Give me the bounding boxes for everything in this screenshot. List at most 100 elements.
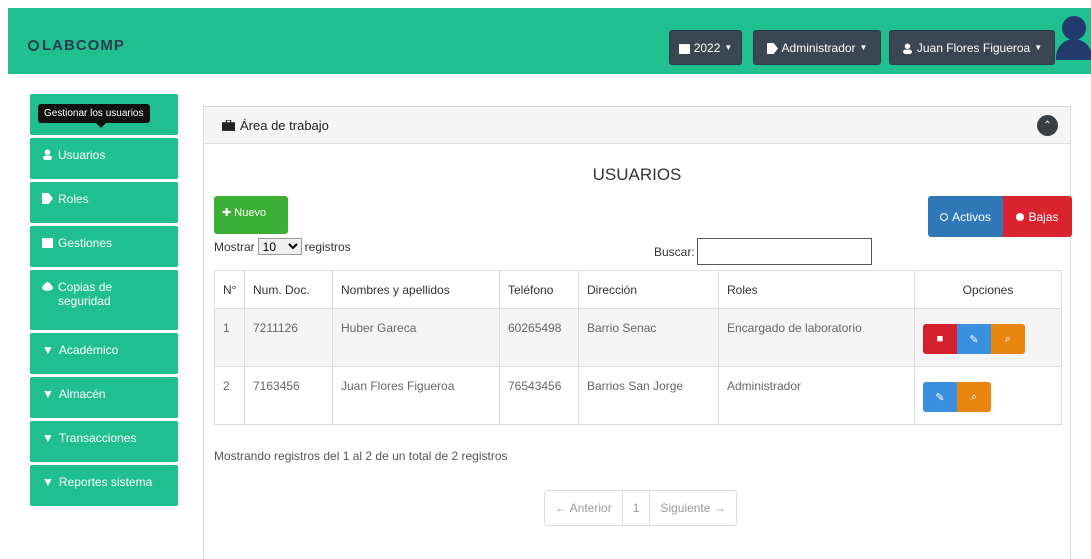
search-icon: ⌕	[970, 390, 978, 403]
table-info: Mostrando registros del 1 al 2 de un tot…	[214, 449, 508, 463]
cell-name: Juan Flores Figueroa	[332, 366, 500, 425]
caret-down-icon: ▼	[1034, 43, 1043, 52]
delete-button[interactable]: ■	[923, 324, 957, 354]
sidebar-item-almacen[interactable]: ▼ Almacén	[30, 377, 178, 418]
search-label: Buscar:	[654, 244, 695, 259]
sidebar-item-academico[interactable]: ▼ Académico	[30, 333, 178, 374]
year-label: 2022	[693, 40, 721, 55]
sidebar-item-gestiones[interactable]: Gestiones	[30, 226, 178, 267]
search-icon: ⌕	[1004, 332, 1012, 345]
cell-role: Encargado de laboratorio	[718, 308, 915, 367]
role-label: Administrador	[781, 40, 856, 55]
users-table: N° Num. Doc. Nombres y apellidos Teléfon…	[214, 270, 1062, 425]
chevron-down-icon: ▼	[42, 431, 54, 445]
column-header[interactable]: N°	[214, 270, 245, 309]
globe-icon	[28, 40, 39, 51]
page-title: USUARIOS	[592, 165, 682, 184]
column-header[interactable]: Teléfono	[499, 270, 579, 309]
edit-icon: ✎	[935, 391, 945, 404]
cell-address: Barrio Senac	[578, 308, 719, 367]
new-user-label: Nuevo	[234, 207, 267, 219]
page-length-select[interactable]: 10	[257, 238, 302, 255]
sidebar-item-label: Roles	[58, 192, 89, 206]
tooltip: Gestionar los usuarios	[38, 104, 150, 128]
next-page-button[interactable]: Siguiente →	[650, 491, 735, 525]
prev-page-button[interactable]: ← Anterior	[545, 491, 623, 525]
panel-header: Área de trabajo	[204, 107, 1070, 144]
sidebar-item-usuarios[interactable]: Usuarios	[30, 138, 178, 179]
cell-number: 1	[214, 308, 245, 367]
cell-phone: 76543456	[499, 366, 579, 425]
calendar-icon	[42, 238, 53, 248]
edit-button[interactable]: ✎	[923, 382, 957, 412]
active-filter-button[interactable]: Activos	[928, 196, 1003, 237]
caret-down-icon: ▼	[724, 43, 733, 52]
radio-filled-icon	[1016, 212, 1025, 221]
cell-options: ■ ✎ ⌕	[914, 308, 1062, 367]
role-dropdown[interactable]: Administrador ▼	[753, 30, 881, 65]
show-label: Mostrar	[214, 239, 255, 254]
column-header[interactable]: Dirección	[578, 270, 719, 309]
cell-options: ✎ ⌕	[914, 366, 1062, 425]
inactive-filter-button[interactable]: Bajas	[1003, 196, 1072, 237]
radio-empty-icon	[940, 212, 949, 221]
inactive-label: Bajas	[1028, 209, 1059, 224]
pagination: ← Anterior 1 Siguiente →	[544, 490, 737, 526]
active-label: Activos	[952, 209, 991, 224]
column-header[interactable]: Nombres y apellidos	[332, 270, 500, 309]
edit-button[interactable]: ✎	[957, 324, 991, 354]
sidebar-item-label: Copias de seguridad	[58, 280, 113, 308]
cell-doc: 7211126	[244, 308, 333, 367]
length-control: Mostrar 10 registros	[214, 238, 351, 255]
calendar-icon	[678, 43, 690, 54]
cloud-icon	[42, 282, 53, 291]
chevron-down-icon: ▼	[42, 343, 54, 357]
sidebar-item-label: Almacén	[58, 387, 106, 401]
sidebar-tooltip-container: Gestionar los usuarios	[30, 94, 178, 135]
sidebar-item-label: Reportes sistema	[58, 475, 153, 489]
user-icon	[902, 43, 912, 54]
plus-icon: ✚	[222, 207, 232, 219]
new-user-button[interactable]: ✚ Nuevo	[214, 196, 288, 234]
page-number-button[interactable]: 1	[623, 491, 651, 525]
table-row: 2 7163456 Juan Flores Figueroa 76543456 …	[214, 366, 1062, 425]
tag-icon	[42, 193, 53, 204]
cell-phone: 60265498	[499, 308, 579, 367]
top-navbar: LABCOMP 2022 ▼ Administrador ▼ Juan Flor…	[8, 8, 1091, 74]
sidebar-item-label: Académico	[58, 343, 119, 357]
briefcase-icon	[222, 120, 235, 131]
collapse-panel-button[interactable]: ⌃	[1037, 115, 1058, 136]
brand-logo[interactable]: LABCOMP	[28, 37, 125, 54]
sidebar-item-label: Gestiones	[58, 236, 113, 250]
work-panel: Área de trabajo ⌃ USUARIOS ✚ Nuevo Activ…	[203, 106, 1072, 559]
sidebar-item-copias[interactable]: Copias de seguridad	[30, 270, 178, 330]
table-row: 1 7211126 Huber Gareca 60265498 Barrio S…	[214, 308, 1062, 367]
tag-icon	[766, 42, 778, 54]
sidebar-item-label: Usuarios	[58, 148, 106, 162]
year-dropdown[interactable]: 2022 ▼	[669, 30, 742, 65]
cell-doc: 7163456	[244, 366, 333, 425]
column-header[interactable]: Num. Doc.	[244, 270, 333, 309]
chevron-down-icon: ▼	[42, 387, 54, 401]
records-label: registros	[304, 239, 351, 254]
column-header[interactable]: Roles	[718, 270, 915, 309]
caret-down-icon: ▼	[859, 43, 868, 52]
view-button[interactable]: ⌕	[957, 382, 991, 412]
user-dropdown[interactable]: Juan Flores Figueroa ▼	[889, 30, 1055, 65]
sidebar-item-transacciones[interactable]: ▼ Transacciones	[30, 421, 178, 462]
sidebar-item-roles[interactable]: Roles	[30, 182, 178, 223]
search-control: Buscar:	[654, 238, 872, 265]
column-header: Opciones	[914, 270, 1062, 309]
panel-heading: Área de trabajo	[240, 117, 329, 133]
user-avatar-icon[interactable]	[1056, 16, 1091, 60]
sidebar-item-reportes[interactable]: ▼ Reportes sistema	[30, 465, 178, 506]
search-input[interactable]	[696, 238, 872, 265]
view-button[interactable]: ⌕	[991, 324, 1025, 354]
cell-number: 2	[214, 366, 245, 425]
cell-role: Administrador	[718, 366, 915, 425]
cell-name: Huber Gareca	[332, 308, 500, 367]
user-icon	[43, 149, 52, 160]
edit-icon: ✎	[969, 333, 979, 346]
user-label: Juan Flores Figueroa	[916, 40, 1031, 55]
trash-icon: ■	[936, 333, 944, 345]
